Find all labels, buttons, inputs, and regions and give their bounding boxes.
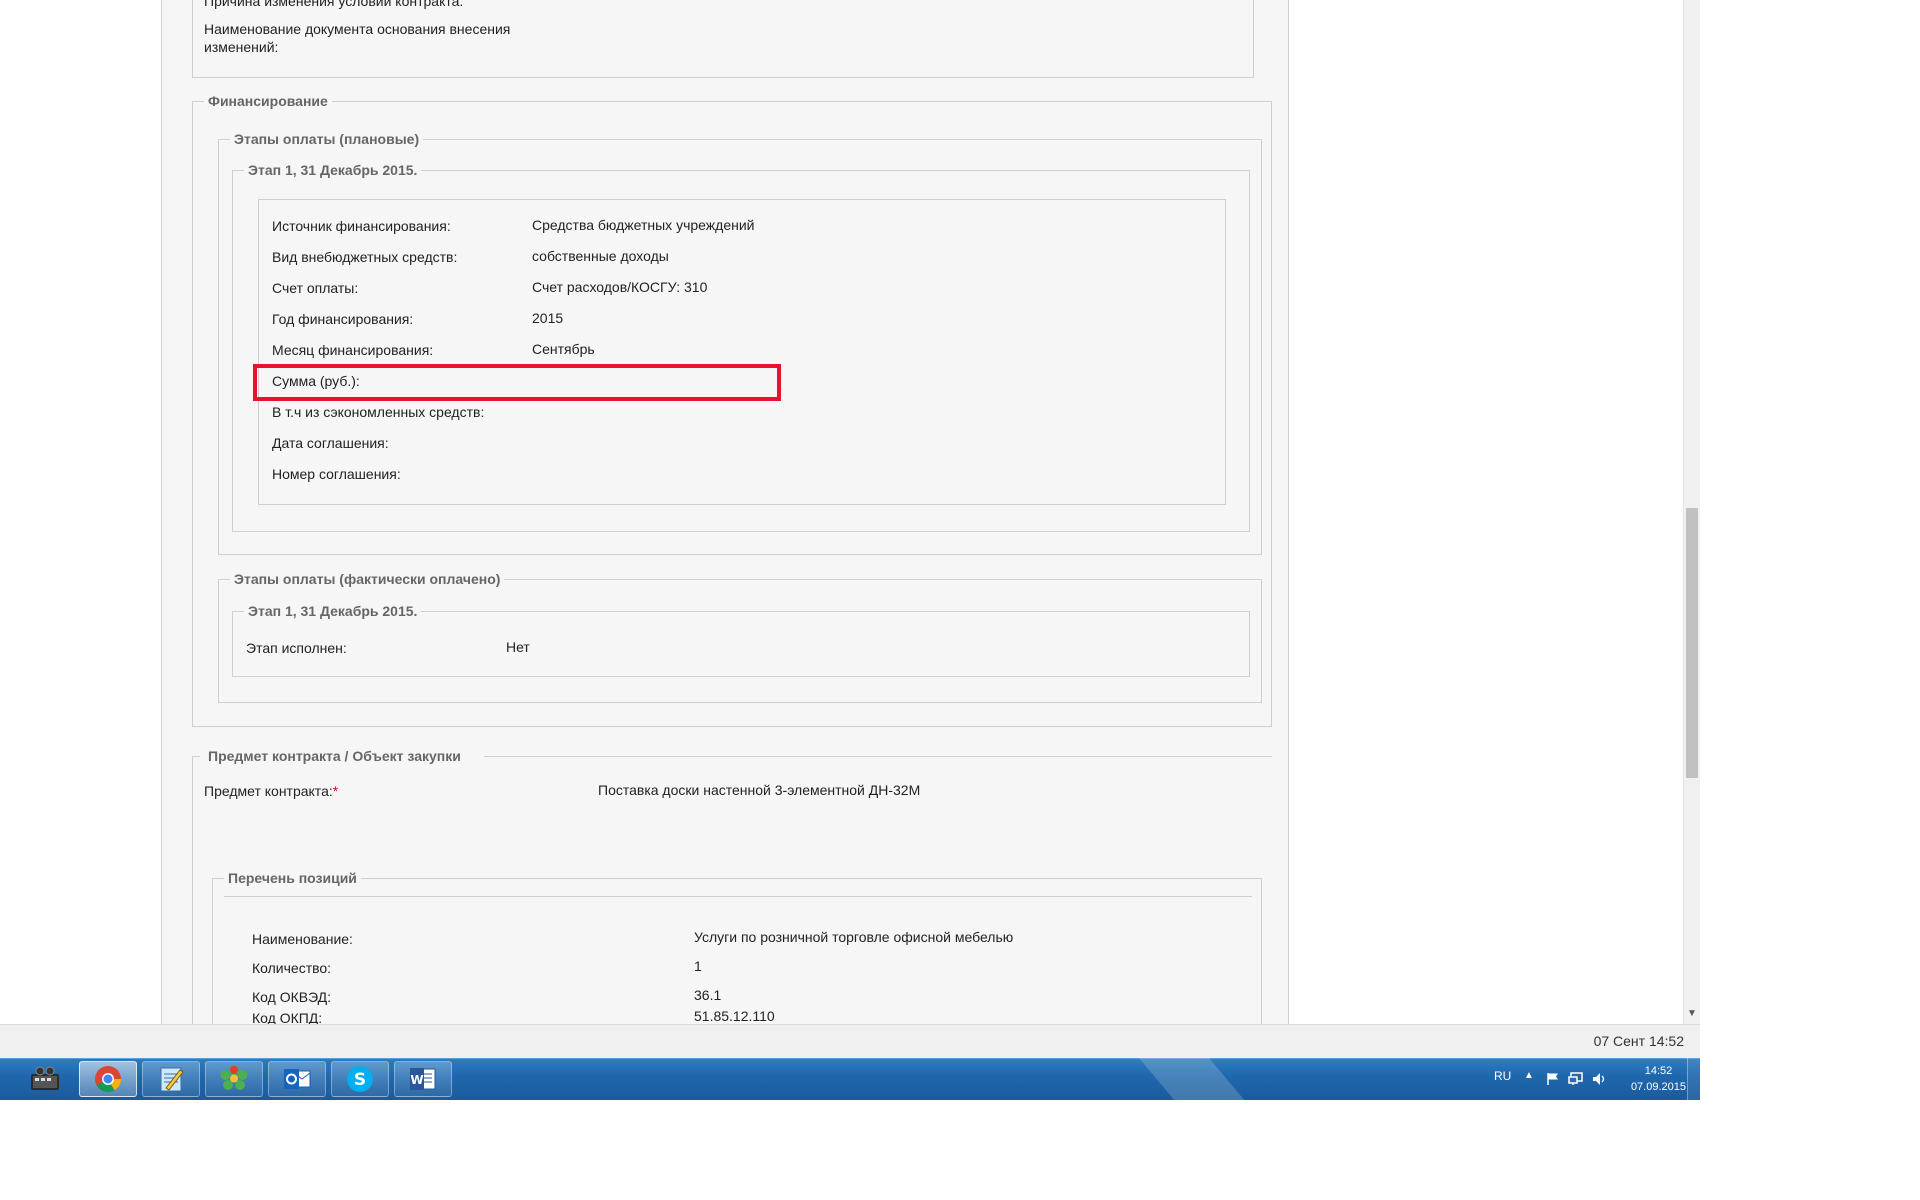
funding-source-value: Средства бюджетных учреждений	[532, 217, 755, 233]
positions-legend: Перечень позиций	[224, 870, 361, 886]
positions-fieldset	[212, 878, 1262, 1024]
svg-text:S: S	[354, 1070, 366, 1090]
clock-time: 14:52	[1644, 1065, 1673, 1077]
outlook-icon	[284, 1069, 311, 1089]
payment-account-label: Счет оплаты:	[272, 280, 359, 296]
browser-viewport: Причина изменения условий контракта: Наи…	[0, 0, 1700, 1024]
subject-legend: Предмет контракта / Объект закупки	[204, 748, 465, 764]
actual-stage-fieldset	[232, 611, 1250, 677]
volume-icon[interactable]	[1592, 1072, 1608, 1086]
network-icon[interactable]	[1568, 1072, 1584, 1086]
skype-icon: S	[347, 1066, 373, 1092]
taskbar-skype-button[interactable]: S	[331, 1061, 389, 1097]
actual-stages-legend: Этапы оплаты (фактически оплачено)	[230, 571, 505, 587]
scroll-down-arrow-icon[interactable]: ▼	[1687, 1008, 1697, 1019]
taskbar-outlook-button[interactable]	[268, 1061, 326, 1097]
contract-form: Причина изменения условий контракта: Наи…	[161, 0, 1289, 1024]
taskbar-glare	[1130, 1058, 1260, 1100]
taskbar-notepad-button[interactable]	[142, 1061, 200, 1097]
extrabudget-type-value: собственные доходы	[532, 248, 669, 264]
positions-inner-divider	[224, 896, 1252, 897]
chrome-icon	[95, 1066, 122, 1093]
funding-month-value: Сентябрь	[532, 341, 595, 357]
subject-divider-right	[484, 756, 1272, 757]
contract-subject-label: Предмет контракта:*	[204, 783, 339, 799]
tray-expand-icon[interactable]: ▲	[1524, 1070, 1534, 1081]
icq-flower-icon	[220, 1065, 248, 1090]
contract-subject-value: Поставка доски настенной 3-элементной ДН…	[598, 782, 921, 798]
funding-source-label: Источник финансирования:	[272, 218, 451, 234]
required-marker: *	[332, 783, 339, 799]
language-indicator[interactable]: RU	[1494, 1069, 1511, 1083]
taskbar-clock[interactable]: 14:52 07.09.2015	[1631, 1063, 1686, 1095]
windows-taskbar: S W RU ▲ 14:52 07.09.2015	[0, 1058, 1700, 1100]
taskbar-word-button[interactable]: W	[394, 1061, 452, 1097]
amount-highlight-box	[253, 364, 781, 401]
stage-done-value: Нет	[506, 639, 530, 655]
changes-fieldset	[192, 0, 1254, 78]
actual-stage-legend: Этап 1, 31 Декабрь 2015.	[244, 603, 422, 619]
film-camera-icon	[31, 1066, 59, 1090]
status-strip: 07 Сент 14:52	[0, 1024, 1700, 1058]
okpd-value: 51.85.12.110	[694, 1008, 775, 1024]
word-icon: W	[410, 1068, 436, 1090]
position-name-value: Услуги по розничной торговле офисной меб…	[694, 929, 1014, 945]
stage-done-label: Этап исполнен:	[246, 640, 347, 656]
page-scrollbar[interactable]: ▼	[1683, 0, 1700, 1024]
okpd-label: Код ОКПД:	[252, 1010, 323, 1024]
taskbar-icq-button[interactable]	[205, 1061, 263, 1097]
planned-stage-legend: Этап 1, 31 Декабрь 2015.	[244, 162, 422, 178]
okved-label: Код ОКВЭД:	[252, 989, 332, 1005]
doc-basis-label-line1: Наименование документа основания внесени…	[204, 21, 511, 37]
position-name-label: Наименование:	[252, 931, 353, 947]
show-desktop-button[interactable]	[1687, 1058, 1700, 1100]
taskbar-media-center-button[interactable]	[16, 1061, 74, 1097]
funding-month-label: Месяц финансирования:	[272, 342, 434, 358]
taskbar-chrome-button[interactable]	[79, 1061, 137, 1097]
doc-basis-label-line2: изменений:	[204, 39, 279, 55]
saved-funds-label: В т.ч из сэкономленных средств:	[272, 404, 485, 420]
agreement-number-label: Номер соглашения:	[272, 466, 401, 482]
payment-account-value: Счет расходов/КОСГУ: 310	[532, 279, 708, 295]
scrollbar-thumb[interactable]	[1686, 508, 1698, 778]
funding-year-value: 2015	[532, 310, 564, 326]
financing-legend: Финансирование	[204, 93, 332, 109]
extrabudget-type-label: Вид внебюджетных средств:	[272, 249, 458, 265]
agreement-date-label: Дата соглашения:	[272, 435, 389, 451]
quantity-label: Количество:	[252, 960, 332, 976]
notepad-icon	[160, 1067, 184, 1092]
funding-year-label: Год финансирования:	[272, 311, 414, 327]
svg-text:W: W	[410, 1073, 423, 1087]
okved-value: 36.1	[694, 987, 722, 1003]
quantity-value: 1	[694, 958, 702, 974]
action-center-flag-icon[interactable]	[1546, 1072, 1560, 1086]
status-datetime: 07 Сент 14:52	[1593, 1033, 1684, 1049]
clock-date: 07.09.2015	[1630, 1081, 1686, 1093]
subject-divider-left	[192, 756, 200, 757]
planned-stages-legend: Этапы оплаты (плановые)	[230, 131, 424, 147]
change-reason-label: Причина изменения условий контракта:	[204, 0, 464, 9]
subject-fieldset-left-edge	[192, 756, 193, 1024]
